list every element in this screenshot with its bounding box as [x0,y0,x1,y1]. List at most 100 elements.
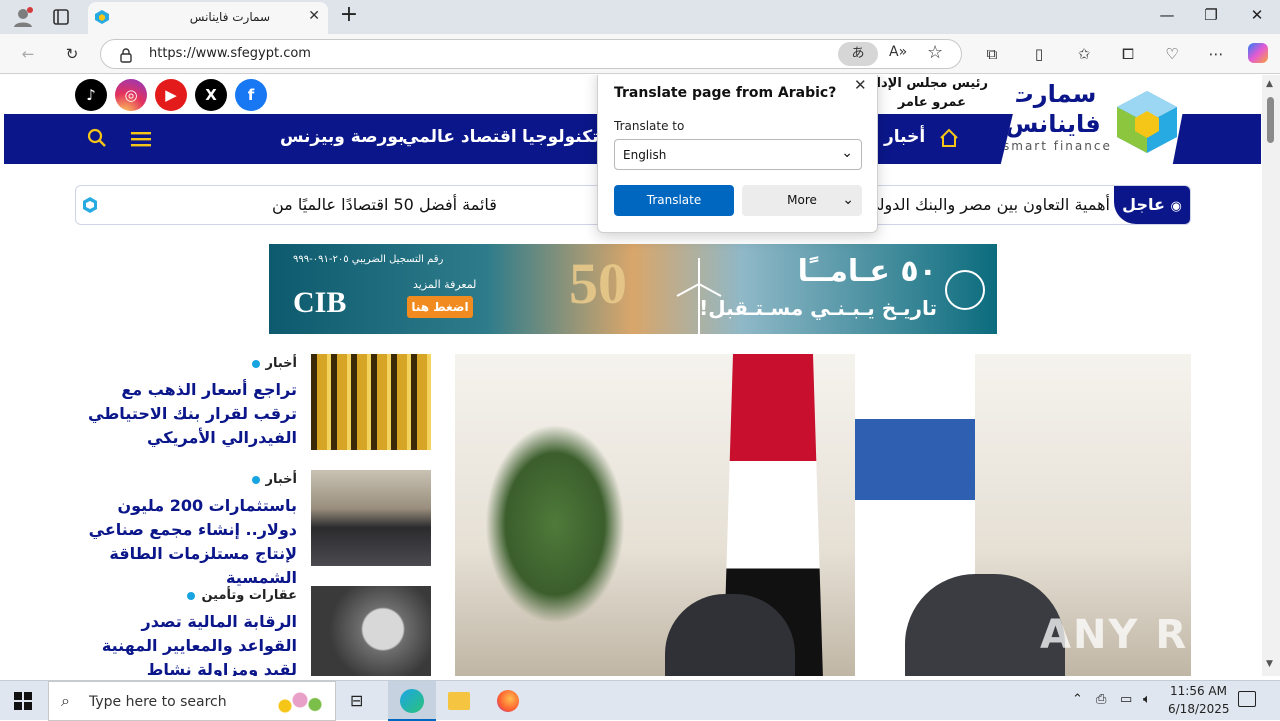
tiktok-icon[interactable]: ♪ [75,79,107,111]
translate-popup-close-button[interactable]: ✕ [854,76,867,94]
tab-close-button[interactable]: ✕ [308,8,320,24]
edge-taskbar-icon[interactable] [388,681,436,721]
selected-language: English [623,148,667,162]
tulip-decoration-icon [267,688,327,718]
story-headline[interactable]: الرقابة المالية تصدر القواعد والمعايير ا… [87,610,297,676]
browser-tab[interactable]: سمارت فاينانس ✕ [88,2,328,34]
translate-button[interactable]: Translate [614,185,734,216]
nav-item-bourse[interactable]: بورصة وبيزنس [280,127,404,147]
story-headline[interactable]: تراجع أسعار الذهب مع ترقب لقرار بنك الاح… [87,378,297,450]
firefox-icon[interactable] [497,690,519,712]
youtube-icon[interactable]: ▶ [155,79,187,111]
anyrun-watermark: ANY RUN [1040,612,1191,658]
translate-icon[interactable]: あ [838,42,878,66]
scroll-up-icon[interactable]: ▲ [1266,79,1273,89]
scroll-down-icon[interactable]: ▼ [1266,659,1273,669]
translate-popup-title: Translate page from Arabic? [614,85,837,101]
browser-essentials-icon[interactable]: ♡ [1160,42,1184,66]
instagram-icon[interactable]: ◎ [115,79,147,111]
page-scrollbar[interactable]: ▲ ▼ [1262,75,1280,676]
address-bar[interactable]: https://www.sfegypt.com あ A» ☆ [100,39,962,69]
extensions-icon[interactable]: ⧉ [980,42,1004,66]
device-icon[interactable]: ⎙ [1096,692,1106,707]
notifications-icon[interactable] [1238,691,1256,707]
facebook-icon[interactable]: f [235,79,267,111]
nav-item-global-economy[interactable]: اقتصاد عالمي [402,127,517,147]
home-icon[interactable] [939,128,959,148]
banner-more-label: لمعرفة المزيد [413,278,477,291]
site-favicon-icon [94,9,110,25]
clock-date[interactable]: 6/18/2025 [1168,702,1230,716]
target-language-select[interactable]: English ⌄ [614,139,862,170]
story-category[interactable]: أخبار [252,356,298,371]
nav-item-news[interactable]: أخبار [884,127,925,147]
story-category[interactable]: أخبار [252,472,298,487]
ticker-text-left[interactable]: قائمة أفضل 50 اقتصادًا عالميًا من [272,195,497,214]
minimize-button[interactable]: — [1152,6,1182,28]
story-item[interactable]: عقارات وتأمين الرقابة المالية تصدر القوا… [90,586,431,676]
banner-50-graphic: 50 [569,251,627,316]
x-icon[interactable]: X [195,79,227,111]
banner-emblem-icon [945,270,985,310]
story-category[interactable]: عقارات وتأمين [187,588,297,603]
taskbar-search-placeholder: Type here to search [89,694,227,710]
menu-icon[interactable] [131,131,151,147]
story-item[interactable]: أخبار تراجع أسعار الذهب مع ترقب لقرار بن… [87,354,431,450]
maximize-button[interactable]: ❐ [1196,6,1226,28]
close-window-button[interactable]: ✕ [1242,6,1272,28]
cib-ad-banner[interactable]: CIB رقم التسجيل الضريبي ٢٠٥-٠٩١-٩٩٩ لمعر… [269,244,997,334]
url-text: https://www.sfegypt.com [149,46,311,61]
banner-cta-button[interactable]: اضغط هنا [407,296,473,318]
search-icon[interactable] [87,128,107,148]
show-hidden-icons-icon[interactable]: ⌃ [1072,692,1083,707]
translate-to-label: Translate to [614,119,685,133]
read-aloud-icon[interactable]: A» [889,44,907,60]
cib-logo: CIB [293,286,347,319]
browser-titlebar: سمارت فاينانس ✕ + — ❐ ✕ [0,0,1280,34]
logo-english-text: smart finance [1003,139,1112,153]
refresh-icon[interactable]: ↻ [60,42,84,66]
lock-icon[interactable] [119,47,133,63]
volume-icon[interactable]: 🔈︎ [1143,692,1151,707]
story-thumbnail-fra[interactable] [311,586,431,676]
split-screen-icon[interactable]: ▯ [1027,42,1051,66]
logo-hexagon-icon [1115,89,1179,155]
plant-decoration [485,424,625,624]
banner-subtitle: تاريـخ يـبـنـي مسـتـقبل! [699,296,937,320]
favorites-icon[interactable]: ✩ [1072,42,1096,66]
network-icon[interactable]: ▭ [1120,692,1132,707]
story-item[interactable]: أخبار باستثمارات 200 مليون دولار.. إنشاء… [89,470,431,587]
story-thumbnail-signing[interactable] [311,470,431,566]
file-explorer-icon[interactable] [448,692,470,710]
chevron-down-icon: ⌄ [842,192,854,208]
tabs-icon[interactable] [52,8,70,26]
nav-item-technology[interactable]: وتكنولوجيا [522,127,609,147]
story-thumbnail-gold[interactable] [311,354,431,450]
back-icon[interactable]: ← [16,42,40,66]
story-headline[interactable]: باستثمارات 200 مليون دولار.. إنشاء مجمع … [87,494,297,590]
taskbar-search-box[interactable]: ⌕ Type here to search [48,681,336,721]
main-story-image[interactable]: ANY RUN [455,354,1191,676]
page-viewport: ♪ ◎ ▶ X f رئيس مجلس الإدارة عمرو عامر بو… [0,75,1262,676]
tab-title: سمارت فاينانس [189,10,270,24]
search-icon: ⌕ [61,691,70,710]
copilot-icon[interactable] [1248,43,1268,63]
more-icon[interactable]: ⋯ [1204,42,1228,66]
browser-toolbar: ← ↻ https://www.sfegypt.com あ A» ☆ ⧉ ▯ ✩… [0,34,1280,74]
clock-time[interactable]: 11:56 AM [1170,684,1227,698]
collections-icon[interactable]: ⧠ [1116,42,1140,66]
task-view-icon[interactable]: ⊟ [350,691,363,710]
favorite-star-icon[interactable]: ☆ [927,42,943,63]
chevron-down-icon: ⌄ [841,145,853,161]
translate-popup: Translate page from Arabic? ✕ Translate … [597,75,878,233]
ticker-separator-icon [82,196,98,214]
windows-start-icon[interactable] [14,692,32,710]
chairman-label: رئيس مجلس الإدارة [861,76,988,91]
banner-hotline: رقم التسجيل الضريبي ٢٠٥-٠٩١-٩٩٩ [293,254,444,265]
scrollbar-thumb[interactable] [1267,97,1274,143]
logo-arabic-text: سمارت فاينانس [1005,80,1101,138]
more-options-button[interactable]: More ⌄ [742,185,862,216]
breaking-label: ◉ عاجل [1114,186,1190,224]
new-tab-button[interactable]: + [334,2,364,27]
profile-icon[interactable] [12,6,34,28]
